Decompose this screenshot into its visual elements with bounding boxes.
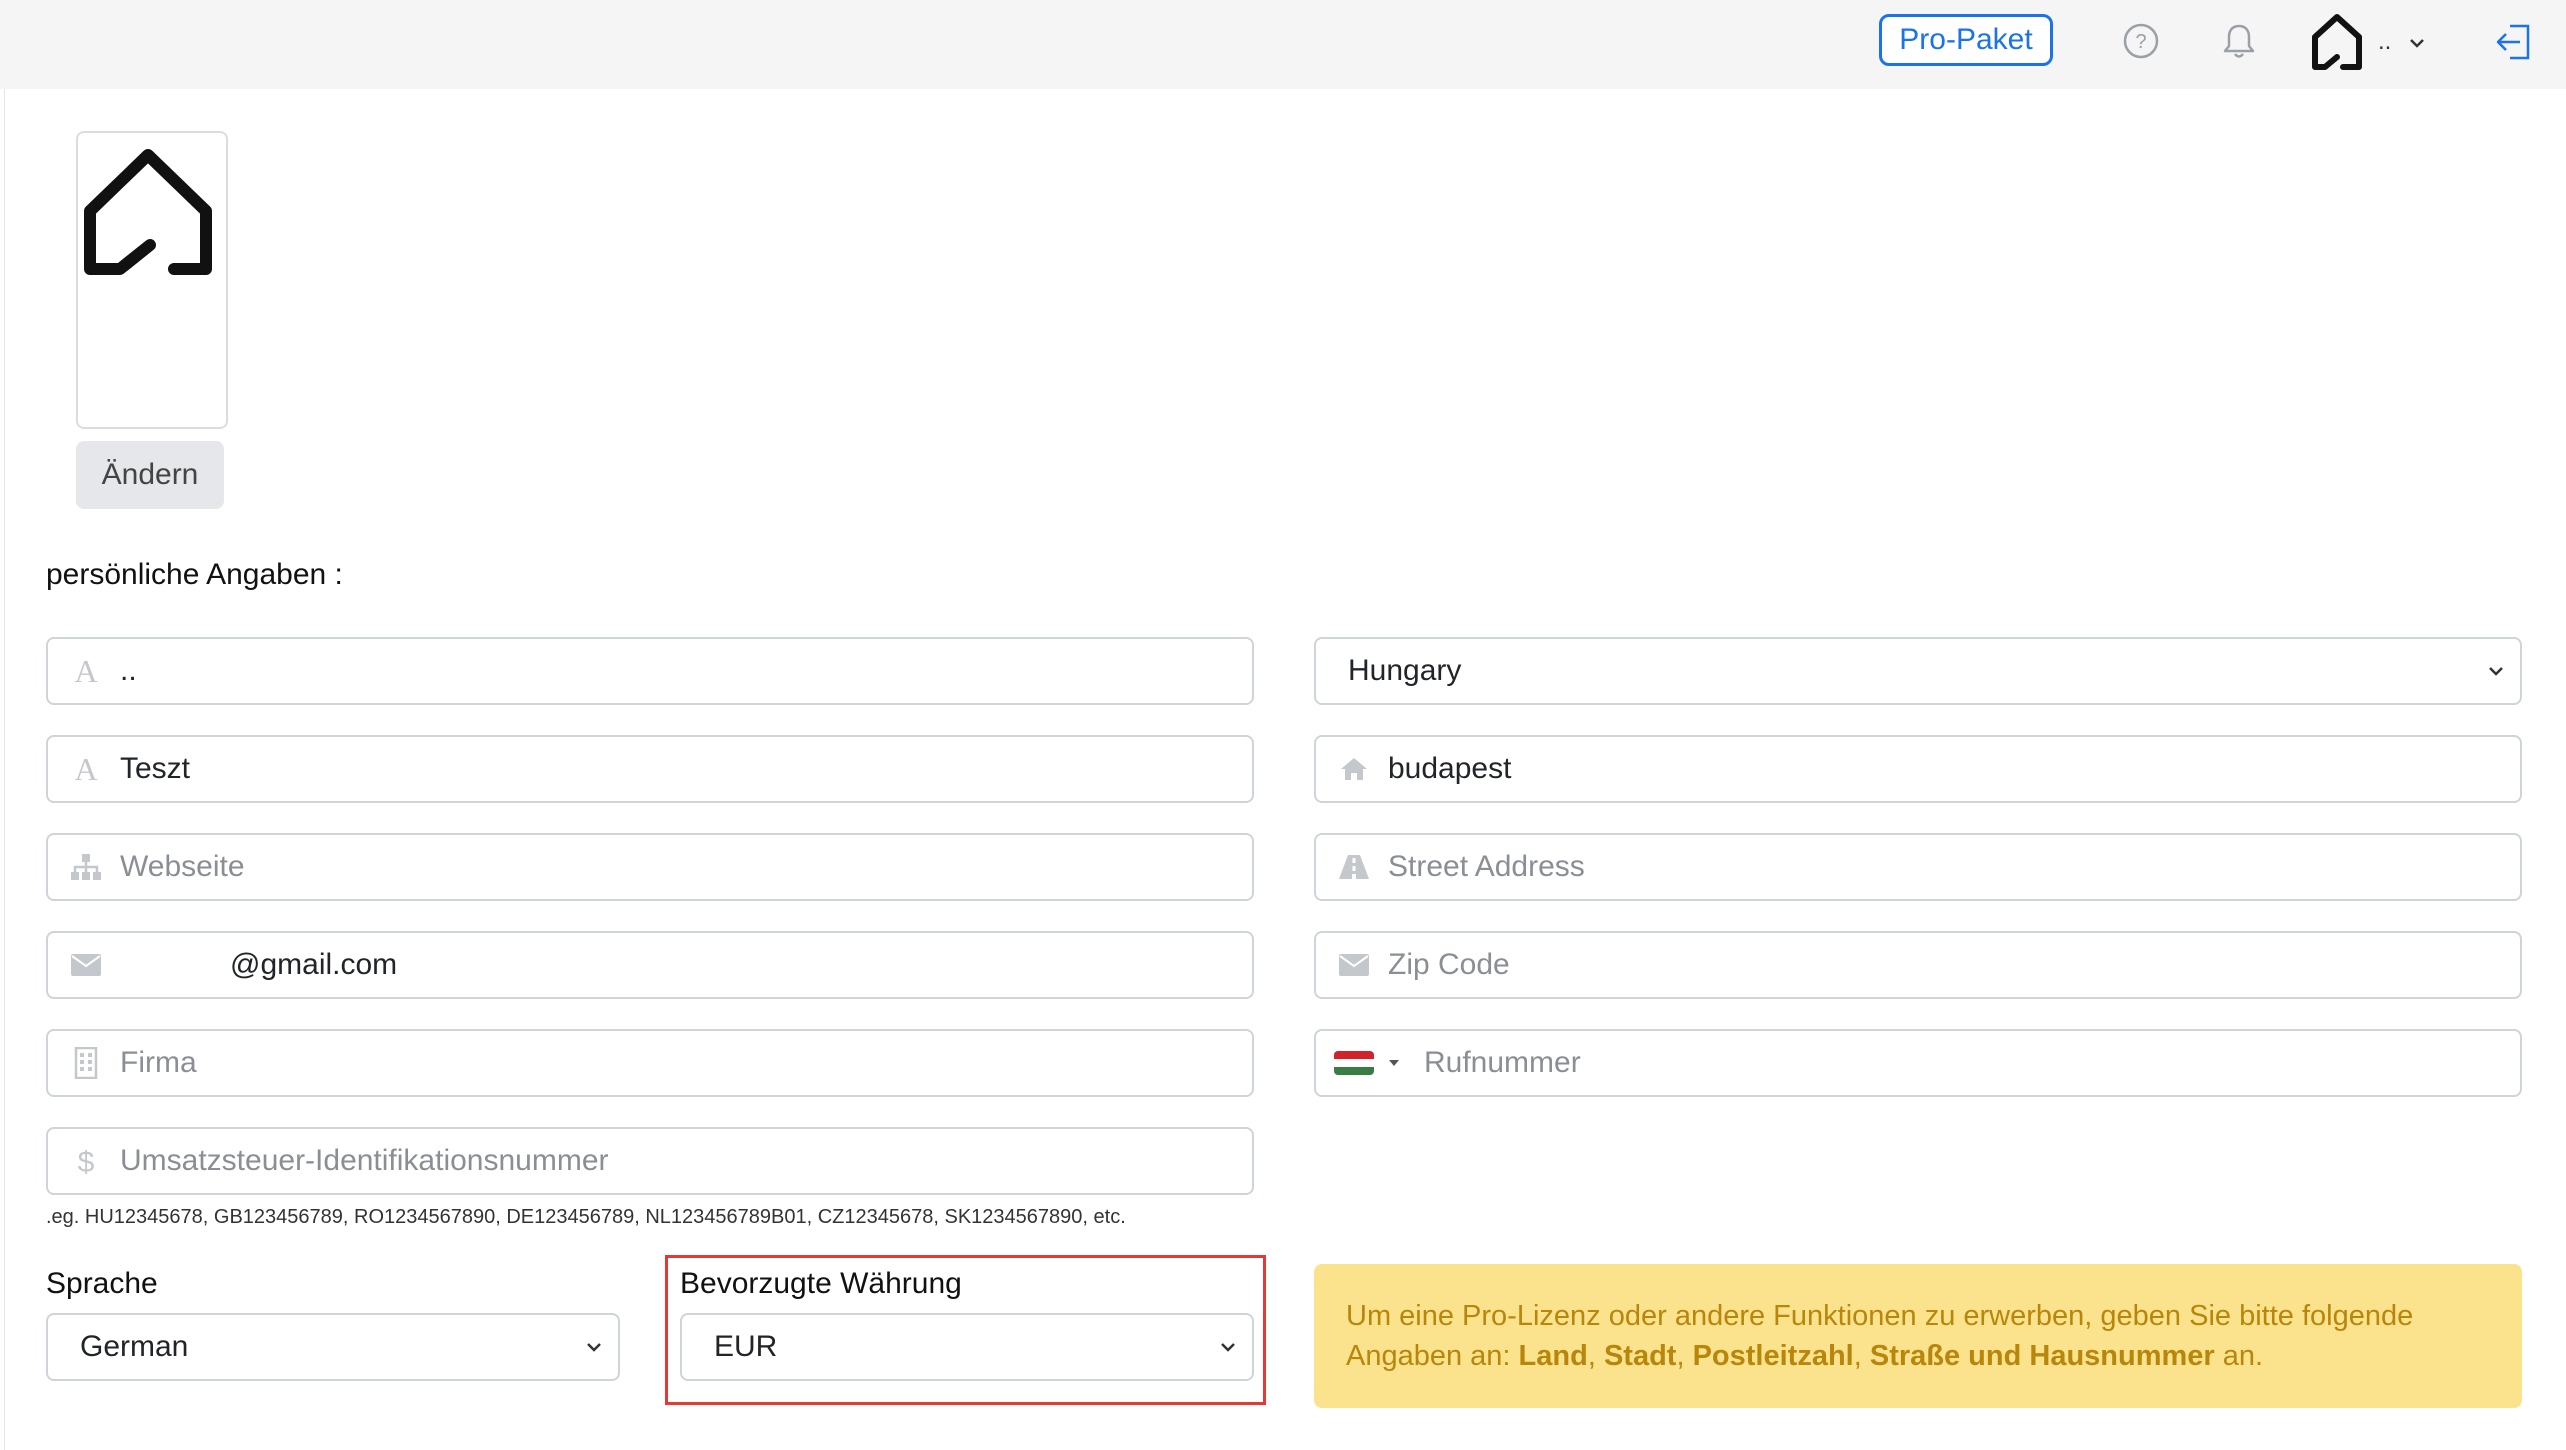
envelope-icon xyxy=(1334,953,1374,977)
website-field[interactable]: Webseite xyxy=(46,833,1254,901)
home-logo-icon xyxy=(84,149,212,275)
logout-icon[interactable] xyxy=(2492,20,2534,64)
svg-text:A: A xyxy=(74,656,97,686)
language-label: Sprache xyxy=(46,1267,158,1300)
hungary-flag-icon xyxy=(1334,1051,1374,1075)
chevron-down-icon xyxy=(584,1337,604,1362)
city-field[interactable]: budapest xyxy=(1314,735,2522,803)
currency-label: Bevorzugte Währung xyxy=(680,1267,962,1300)
profile-logo xyxy=(76,131,228,429)
last-name-field[interactable]: A Teszt xyxy=(46,735,1254,803)
pro-package-button[interactable]: Pro-Paket xyxy=(1879,14,2053,66)
website-placeholder: Webseite xyxy=(120,850,245,883)
phone-placeholder: Rufnummer xyxy=(1424,1046,1581,1079)
vat-placeholder: Umsatzsteuer-Identifikationsnummer xyxy=(120,1144,609,1177)
company-field[interactable]: Firma xyxy=(46,1029,1254,1097)
street-placeholder: Street Address xyxy=(1388,850,1585,883)
building-icon xyxy=(66,1047,106,1079)
vat-number-field[interactable]: $ Umsatzsteuer-Identifikationsnummer xyxy=(46,1127,1254,1195)
home-icon xyxy=(1334,756,1374,782)
pro-license-notice: Um eine Pro-Lizenz oder andere Funktione… xyxy=(1314,1264,2522,1408)
city-value: budapest xyxy=(1388,752,1512,785)
notice-separator: , xyxy=(1587,1340,1604,1372)
notice-land: Land xyxy=(1518,1340,1588,1372)
currency-value: EUR xyxy=(714,1330,778,1363)
currency-select[interactable]: EUR xyxy=(680,1313,1254,1381)
dollar-icon: $ xyxy=(66,1145,106,1177)
zip-code-field[interactable]: Zip Code xyxy=(1314,931,2522,999)
notice-separator: , xyxy=(1853,1340,1870,1372)
svg-text:$: $ xyxy=(78,1146,95,1177)
chevron-down-icon xyxy=(1218,1337,1238,1362)
bell-icon[interactable] xyxy=(2219,20,2259,62)
home-logo-icon[interactable] xyxy=(2306,10,2368,74)
email-value: @gmail.com xyxy=(230,948,398,981)
phone-field[interactable]: Rufnummer xyxy=(1314,1029,2522,1097)
font-icon: A xyxy=(66,754,106,784)
vat-hint: .eg. HU12345678, GB12345678​9, RO1234567… xyxy=(46,1206,1126,1228)
country-select[interactable]: Hungary xyxy=(1314,637,2522,705)
section-title: persönliche Angaben : xyxy=(46,558,343,591)
svg-text:?: ? xyxy=(2135,31,2146,53)
country-value: Hungary xyxy=(1348,654,1462,687)
user-name[interactable]: .. xyxy=(2378,28,2391,56)
font-icon: A xyxy=(66,656,106,686)
content-border xyxy=(4,89,5,1450)
road-icon xyxy=(1334,854,1374,880)
caret-down-icon xyxy=(1389,1060,1399,1066)
zip-placeholder: Zip Code xyxy=(1388,948,1510,981)
notice-street: Straße und Hausnummer xyxy=(1869,1340,2215,1372)
notice-postleitzahl: Postleitzahl xyxy=(1692,1340,1854,1372)
notice-text-end: an. xyxy=(2214,1340,2264,1372)
language-value: German xyxy=(80,1330,189,1363)
country-flag-dropdown[interactable] xyxy=(1334,1051,1402,1075)
chevron-down-icon xyxy=(2486,661,2506,686)
sitemap-icon xyxy=(66,853,106,881)
svg-text:A: A xyxy=(74,754,97,784)
change-logo-button[interactable]: Ändern xyxy=(76,441,224,509)
top-bar: Pro-Paket ? .. xyxy=(0,0,2566,89)
notice-stadt: Stadt xyxy=(1603,1340,1677,1372)
notice-separator: , xyxy=(1676,1340,1693,1372)
email-field[interactable]: @gmail.com xyxy=(46,931,1254,999)
help-icon[interactable]: ? xyxy=(2122,22,2160,60)
chevron-down-icon[interactable] xyxy=(2406,32,2428,54)
envelope-icon xyxy=(66,953,106,977)
first-name-value: .. xyxy=(120,654,137,687)
company-placeholder: Firma xyxy=(120,1046,197,1079)
language-select[interactable]: German xyxy=(46,1313,620,1381)
last-name-value: Teszt xyxy=(120,752,191,785)
street-address-field[interactable]: Street Address xyxy=(1314,833,2522,901)
first-name-field[interactable]: A .. xyxy=(46,637,1254,705)
